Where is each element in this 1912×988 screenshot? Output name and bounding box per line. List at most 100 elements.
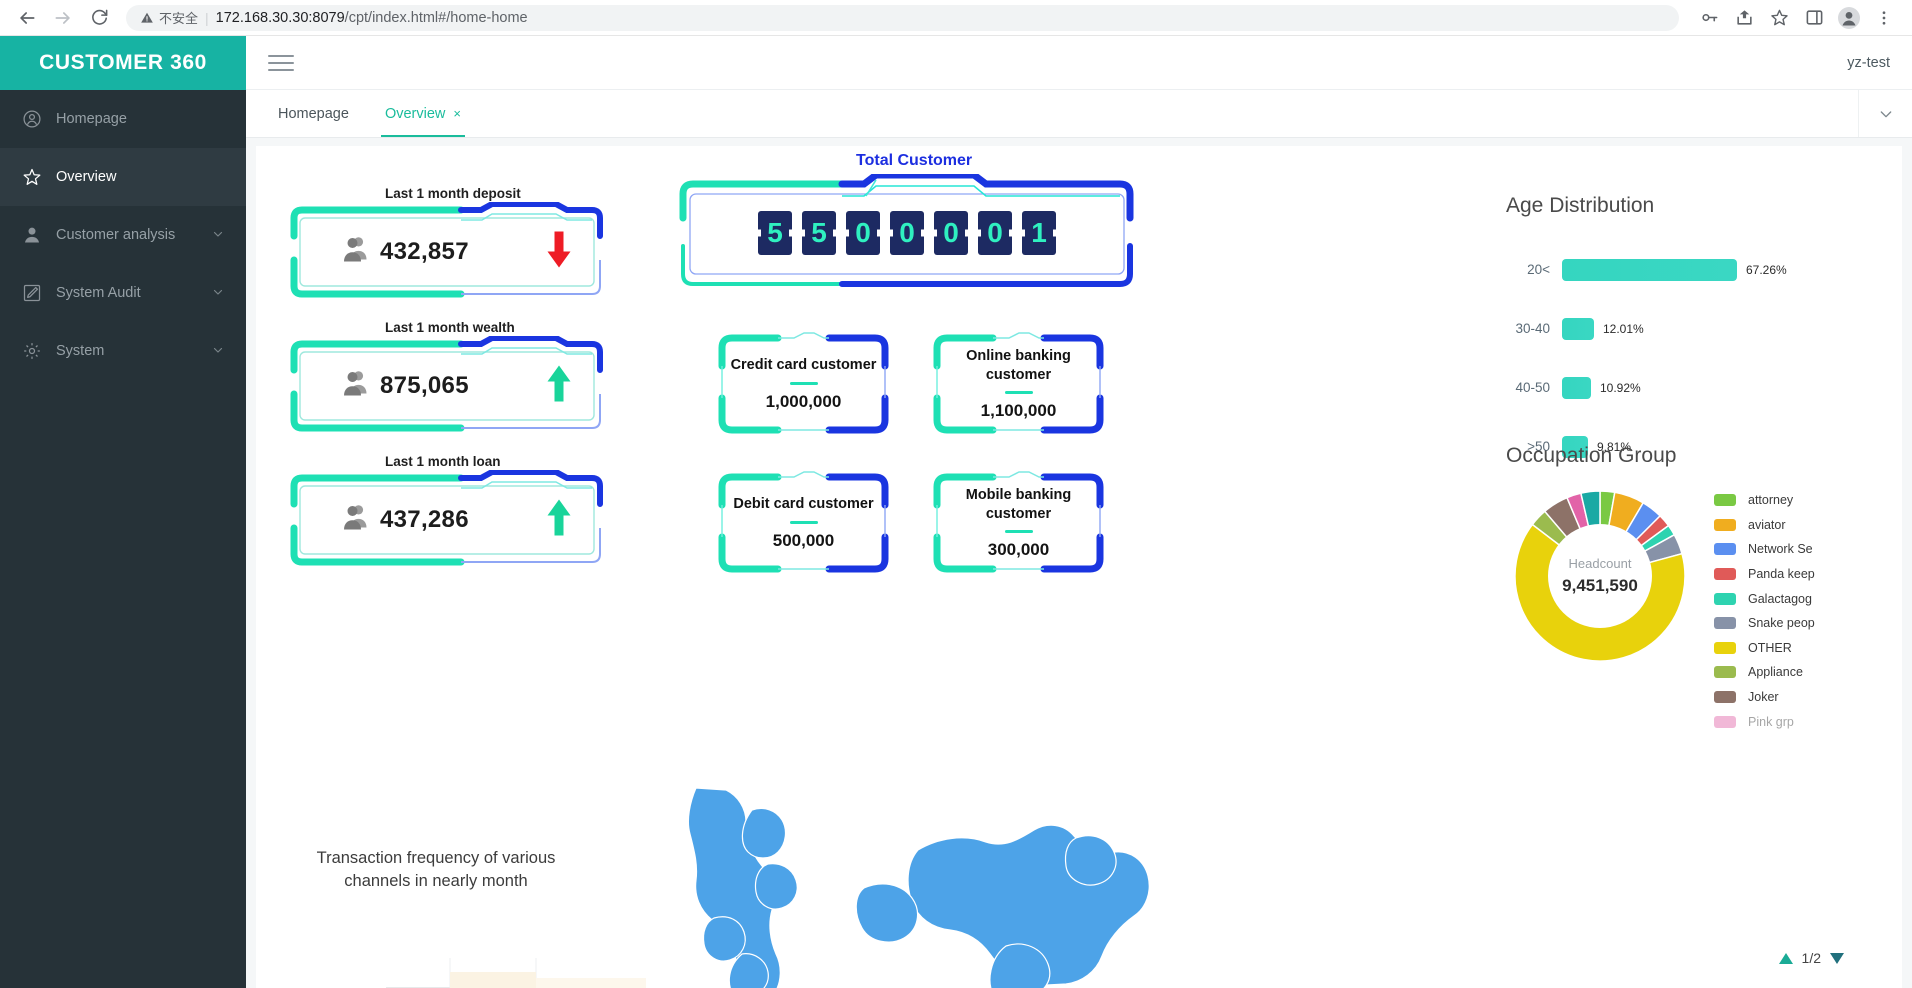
chevron-down-icon[interactable] — [212, 286, 224, 301]
share-icon[interactable] — [1728, 2, 1760, 34]
channel-card-online-banking[interactable]: Online banking customer 1,100,000 — [931, 332, 1106, 436]
age-bar — [1562, 317, 1594, 340]
channel-title: Credit card customer — [730, 357, 877, 374]
legend-item[interactable]: Pink grp — [1714, 709, 1815, 734]
age-value-label: 12.01% — [1603, 321, 1644, 336]
omnibox-divider: | — [205, 9, 209, 26]
legend-item[interactable]: Panda keep — [1714, 562, 1815, 587]
close-icon[interactable]: × — [453, 106, 461, 121]
map-regions — [687, 787, 1150, 988]
security-label: 不安全 — [159, 11, 199, 26]
current-user-label[interactable]: yz-test — [1847, 55, 1890, 71]
back-arrow-icon[interactable] — [12, 3, 42, 33]
brand-title: CUSTOMER 360 — [0, 36, 246, 90]
kpi-card-deposit[interactable]: Last 1 month deposit 432,857 — [286, 186, 608, 302]
profile-avatar-icon[interactable] — [1833, 2, 1865, 34]
digit: 1 — [1022, 211, 1056, 255]
legend-label: Appliance — [1748, 665, 1803, 680]
url-text: 172.168.30.30:8079/cpt/index.html#/home-… — [216, 10, 528, 26]
kebab-menu-icon[interactable] — [1868, 2, 1900, 34]
reload-icon[interactable] — [84, 3, 114, 33]
channel-title: Online banking customer — [966, 348, 1071, 383]
address-bar[interactable]: 不安全 | 172.168.30.30:8079/cpt/index.html#… — [126, 4, 1679, 31]
sidebar-item-label: Homepage — [56, 111, 127, 127]
age-bar-row[interactable]: 30-40 12.01% — [1506, 299, 1896, 358]
legend-item[interactable]: aviator — [1714, 513, 1815, 538]
tab-overflow-button[interactable] — [1858, 90, 1912, 137]
chevron-down-icon[interactable] — [212, 228, 224, 243]
sidepanel-icon[interactable] — [1798, 2, 1830, 34]
bookmark-star-icon[interactable] — [1763, 2, 1795, 34]
channel-card-debit[interactable]: Debit card customer 500,000 — [716, 471, 891, 575]
sidebar-item-system[interactable]: System — [0, 322, 246, 380]
channel-value: 1,100,000 — [980, 400, 1057, 420]
page-down-icon[interactable] — [1830, 952, 1844, 964]
malaysia-map[interactable] — [656, 768, 1176, 988]
legend-item[interactable]: Joker — [1714, 685, 1815, 710]
gear-icon — [22, 341, 42, 361]
digit: 5 — [758, 211, 792, 255]
channel-title: Mobile banking customer — [965, 487, 1072, 522]
legend-item[interactable]: Snake peop — [1714, 611, 1815, 636]
sidebar-item-system-audit[interactable]: System Audit — [0, 264, 246, 322]
key-icon[interactable] — [1693, 2, 1725, 34]
divider — [1004, 390, 1033, 394]
divider — [789, 520, 818, 524]
occupation-legend-pager: 1/2 — [1778, 950, 1844, 966]
age-bar-row[interactable]: 40-50 10.92% — [1506, 358, 1896, 417]
sidebar-item-homepage[interactable]: Homepage — [0, 90, 246, 148]
sidebar-item-label: System Audit — [56, 285, 141, 301]
legend-label: Snake peop — [1748, 616, 1815, 631]
total-customer-panel[interactable]: Total Customer 5 5 0 0 0 0 1 — [674, 152, 1140, 292]
transaction-panel-title: Transaction frequency of various channel… — [316, 849, 556, 890]
legend-item[interactable]: Network Se — [1714, 537, 1815, 562]
tab-homepage[interactable]: Homepage — [260, 90, 367, 137]
digit: 0 — [934, 211, 968, 255]
legend-swatch — [1714, 568, 1736, 581]
page-up-icon[interactable] — [1778, 952, 1793, 964]
occupation-group-title: Occupation Group — [1506, 444, 1677, 467]
channel-value: 1,000,000 — [765, 391, 842, 411]
kpi-value: 432,857 — [380, 238, 469, 265]
legend-item[interactable]: Appliance — [1714, 660, 1815, 685]
forward-arrow-icon[interactable] — [48, 3, 78, 33]
age-bar-row[interactable]: 20< 67.26% — [1506, 240, 1896, 299]
sidebar-item-label: Customer analysis — [56, 227, 176, 243]
legend-item[interactable]: Galactagog — [1714, 586, 1815, 611]
page-indicator: 1/2 — [1801, 950, 1821, 966]
tab-overview[interactable]: Overview × — [367, 90, 479, 137]
trend-down-arrow-icon — [544, 230, 574, 275]
chevron-down-icon[interactable] — [212, 344, 224, 359]
legend-item[interactable]: OTHER — [1714, 636, 1815, 661]
kpi-title: Last 1 month loan — [382, 454, 504, 469]
sidebar-item-label: Overview — [56, 169, 117, 185]
kpi-card-wealth[interactable]: Last 1 month wealth 875,065 — [286, 320, 608, 436]
age-value-label: 67.26% — [1746, 262, 1787, 277]
legend-swatch — [1714, 691, 1736, 704]
top-bar: yz-test — [246, 36, 1912, 90]
donut-chart[interactable]: Headcount 9,451,590 — [1510, 486, 1690, 666]
legend-label: aviator — [1748, 517, 1786, 532]
dashboard-canvas: Last 1 month deposit 432,857 Last 1 mont… — [256, 146, 1902, 988]
occupation-legend: attorney aviator Network Se Panda keep G… — [1714, 488, 1815, 734]
legend-item[interactable]: attorney — [1714, 488, 1815, 513]
hamburger-icon[interactable] — [268, 54, 294, 71]
age-category-label: 40-50 — [1515, 380, 1550, 395]
kpi-card-loan[interactable]: Last 1 month loan 437,286 — [286, 454, 608, 570]
digit: 0 — [978, 211, 1012, 255]
channel-card-credit[interactable]: Credit card customer 1,000,000 — [716, 332, 891, 436]
channel-card-body: Debit card customer 500,000 — [716, 471, 891, 575]
legend-label: OTHER — [1748, 640, 1792, 655]
content-area: yz-test Homepage Overview × Last 1 month… — [246, 36, 1912, 988]
legend-swatch — [1714, 715, 1736, 728]
age-distribution-title: Age Distribution — [1506, 194, 1655, 217]
channel-card-mobile-banking[interactable]: Mobile banking customer 300,000 — [931, 471, 1106, 575]
age-category-label: 30-40 — [1515, 321, 1550, 336]
transaction-chart-strip[interactable] — [386, 958, 646, 988]
not-secure-indicator[interactable]: 不安全 — [140, 8, 198, 27]
divider — [1004, 529, 1033, 533]
donut-center-label: Headcount 9,451,590 — [1548, 524, 1652, 628]
sidebar-item-customer-analysis[interactable]: Customer analysis — [0, 206, 246, 264]
sidebar-item-overview[interactable]: Overview — [0, 148, 246, 206]
digit: 0 — [846, 211, 880, 255]
